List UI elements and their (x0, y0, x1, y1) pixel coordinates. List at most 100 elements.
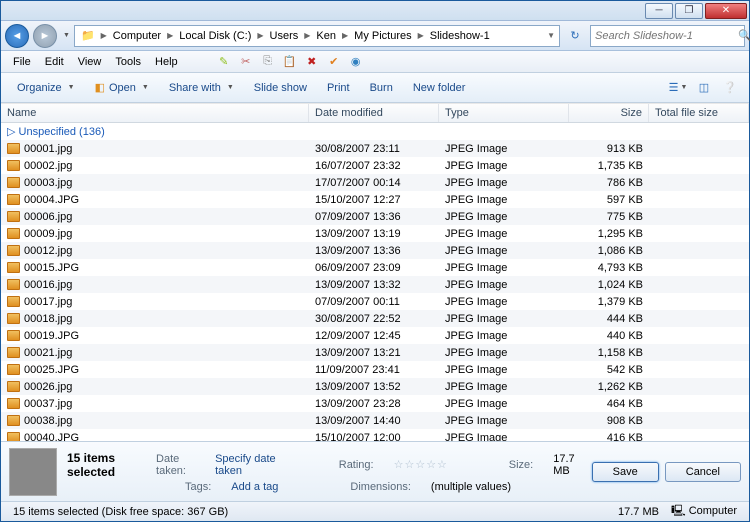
new-folder-button[interactable]: New folder (405, 78, 474, 98)
file-name: 00009.jpg (24, 228, 72, 240)
breadcrumb-segment[interactable]: Users (266, 26, 303, 46)
tags-value[interactable]: Add a tag (231, 481, 278, 493)
column-type[interactable]: Type (439, 104, 569, 122)
file-row[interactable]: 00001.jpg30/08/2007 23:11JPEG Image913 K… (1, 140, 749, 157)
file-row[interactable]: 00006.jpg07/09/2007 13:36JPEG Image775 K… (1, 208, 749, 225)
globe-icon[interactable]: ◉ (348, 54, 364, 70)
thumbnail (9, 448, 57, 496)
file-row[interactable]: 00021.jpg13/09/2007 13:21JPEG Image1,158… (1, 344, 749, 361)
brush-icon[interactable]: ✎ (216, 54, 232, 70)
menu-edit[interactable]: Edit (39, 54, 70, 70)
file-row[interactable]: 00015.JPG06/09/2007 23:09JPEG Image4,793… (1, 259, 749, 276)
menu-help[interactable]: Help (149, 54, 184, 70)
paste-icon[interactable]: 📋 (282, 54, 298, 70)
forward-button[interactable]: ► (33, 24, 57, 48)
breadcrumb-arrow-icon[interactable]: ▶ (302, 31, 312, 40)
file-row[interactable]: 00019.JPG12/09/2007 12:45JPEG Image440 K… (1, 327, 749, 344)
breadcrumb-segment[interactable]: Ken (312, 26, 340, 46)
refresh-button[interactable]: ↻ (564, 25, 586, 47)
view-options-button[interactable]: ☰▼ (667, 77, 689, 99)
date-taken-value[interactable]: Specify date taken (215, 453, 278, 477)
help-button[interactable]: ❔ (719, 77, 741, 99)
breadcrumb-segment[interactable]: Local Disk (C:) (175, 26, 255, 46)
file-name: 00038.jpg (24, 415, 72, 427)
back-button[interactable]: ◄ (5, 24, 29, 48)
file-list[interactable]: ▷ Unspecified (136) 00001.jpg30/08/2007 … (1, 123, 749, 441)
breadcrumb-arrow-icon[interactable]: ▶ (416, 31, 426, 40)
toolbar-icons: ✎ ✂ ⎘ 📋 ✖ ✔ ◉ (216, 54, 364, 70)
file-row[interactable]: 00018.jpg30/08/2007 22:52JPEG Image444 K… (1, 310, 749, 327)
file-size: 464 KB (569, 397, 649, 411)
file-date: 16/07/2007 23:32 (309, 159, 439, 173)
menu-file[interactable]: File (7, 54, 37, 70)
menu-tools[interactable]: Tools (109, 54, 147, 70)
breadcrumb-arrow-icon[interactable]: ▶ (340, 31, 350, 40)
file-date: 15/10/2007 12:00 (309, 431, 439, 442)
column-name[interactable]: Name (1, 104, 309, 122)
file-row[interactable]: 00002.jpg16/07/2007 23:32JPEG Image1,735… (1, 157, 749, 174)
column-total-file-size[interactable]: Total file size (649, 104, 749, 122)
size-value: 17.7 MB (553, 453, 581, 477)
search-input[interactable] (595, 30, 738, 42)
file-row[interactable]: 00003.jpg17/07/2007 00:14JPEG Image786 K… (1, 174, 749, 191)
breadcrumb-arrow-icon[interactable]: ▶ (255, 31, 265, 40)
breadcrumb-arrow-icon[interactable]: ▶ (99, 31, 109, 40)
history-dropdown-icon[interactable]: ▼ (63, 32, 70, 39)
file-size: 1,086 KB (569, 244, 649, 258)
file-date: 13/09/2007 14:40 (309, 414, 439, 428)
search-icon[interactable]: 🔍 (738, 29, 750, 42)
file-row[interactable]: 00040.JPG15/10/2007 12:00JPEG Image416 K… (1, 429, 749, 441)
file-name: 00021.jpg (24, 347, 72, 359)
file-row[interactable]: 00016.jpg13/09/2007 13:32JPEG Image1,024… (1, 276, 749, 293)
minimize-button[interactable]: ─ (645, 3, 673, 19)
file-row[interactable]: 00017.jpg07/09/2007 00:11JPEG Image1,379… (1, 293, 749, 310)
organize-button[interactable]: Organize▼ (9, 78, 83, 98)
file-type: JPEG Image (439, 380, 569, 394)
breadcrumb-arrow-icon[interactable]: ▶ (165, 31, 175, 40)
cancel-button[interactable]: Cancel (665, 462, 741, 482)
jpeg-icon (7, 194, 20, 205)
burn-button[interactable]: Burn (362, 78, 401, 98)
breadcrumb-segment[interactable]: My Pictures (350, 26, 415, 46)
column-size[interactable]: Size (569, 104, 649, 122)
rating-stars[interactable]: ☆☆☆☆☆ (394, 458, 448, 471)
file-row[interactable]: 00012.jpg13/09/2007 13:36JPEG Image1,086… (1, 242, 749, 259)
file-row[interactable]: 00038.jpg13/09/2007 14:40JPEG Image908 K… (1, 412, 749, 429)
file-row[interactable]: 00037.jpg13/09/2007 23:28JPEG Image464 K… (1, 395, 749, 412)
file-row[interactable]: 00004.JPG15/10/2007 12:27JPEG Image597 K… (1, 191, 749, 208)
folder-icon[interactable]: 📁 (77, 26, 99, 46)
print-button[interactable]: Print (319, 78, 358, 98)
preview-pane-button[interactable]: ◫ (693, 77, 715, 99)
file-row[interactable]: 00026.jpg13/09/2007 13:52JPEG Image1,262… (1, 378, 749, 395)
save-button[interactable]: Save (592, 462, 659, 482)
close-button[interactable]: ✕ (705, 3, 747, 19)
file-date: 12/09/2007 12:45 (309, 329, 439, 343)
file-date: 13/09/2007 13:36 (309, 244, 439, 258)
file-name: 00025.JPG (24, 364, 79, 376)
group-header[interactable]: ▷ Unspecified (136) (1, 123, 749, 140)
delete-icon[interactable]: ✖ (304, 54, 320, 70)
search-box[interactable]: 🔍 (590, 25, 745, 47)
jpeg-icon (7, 432, 20, 441)
dimensions-value: (multiple values) (431, 481, 511, 493)
file-row[interactable]: 00009.jpg13/09/2007 13:19JPEG Image1,295… (1, 225, 749, 242)
column-date-modified[interactable]: Date modified (309, 104, 439, 122)
breadcrumb-segment[interactable]: Computer (109, 26, 165, 46)
breadcrumb[interactable]: 📁 ▶ Computer▶ Local Disk (C:)▶ Users▶ Ke… (74, 25, 560, 47)
jpeg-icon (7, 296, 20, 307)
file-name: 00017.jpg (24, 296, 72, 308)
share-with-button[interactable]: Share with▼ (161, 78, 242, 98)
file-row[interactable]: 00025.JPG11/09/2007 23:41JPEG Image542 K… (1, 361, 749, 378)
jpeg-icon (7, 228, 20, 239)
command-bar: Organize▼ ◧Open▼ Share with▼ Slide show … (1, 73, 749, 103)
cut-icon[interactable]: ✂ (238, 54, 254, 70)
slideshow-button[interactable]: Slide show (246, 78, 315, 98)
maximize-button[interactable]: ❐ (675, 3, 703, 19)
check-icon[interactable]: ✔ (326, 54, 342, 70)
menu-view[interactable]: View (72, 54, 108, 70)
breadcrumb-segment[interactable]: Slideshow-1 (426, 26, 494, 46)
copy-icon[interactable]: ⎘ (260, 54, 276, 70)
file-type: JPEG Image (439, 363, 569, 377)
open-button[interactable]: ◧Open▼ (87, 77, 157, 98)
breadcrumb-dropdown-icon[interactable]: ▼ (545, 31, 557, 40)
